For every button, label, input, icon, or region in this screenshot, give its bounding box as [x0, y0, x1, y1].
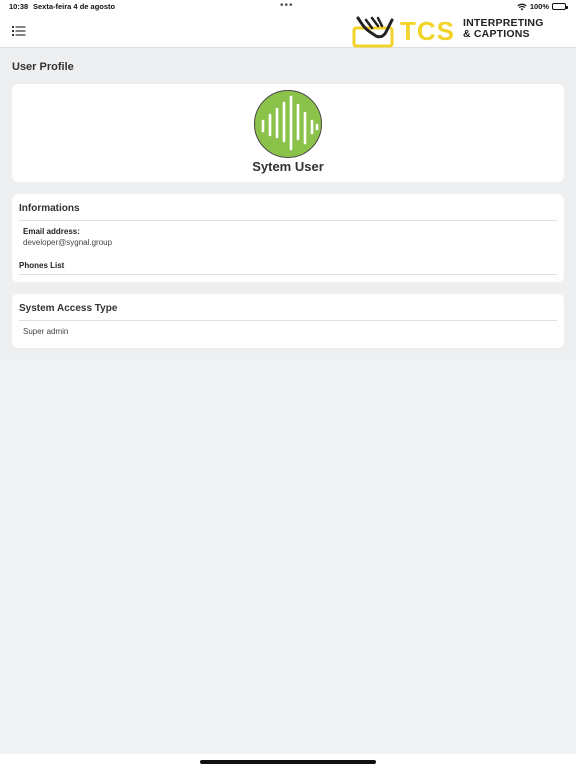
page-title: User Profile	[12, 61, 74, 73]
top-bar: TCS INTERPRETING & CAPTIONS	[0, 14, 576, 48]
divider	[19, 320, 557, 321]
informations-title: Informations	[19, 203, 80, 214]
logo-brand: TCS	[400, 16, 455, 46]
wifi-icon	[517, 3, 527, 10]
divider	[19, 274, 557, 275]
brand-logo: TCS INTERPRETING & CAPTIONS	[352, 14, 552, 48]
logo-line2: & CAPTIONS	[463, 28, 530, 40]
battery-icon	[552, 3, 568, 10]
status-date: Sexta-feira 4 de agosto	[33, 2, 116, 11]
sound-wave-icon	[261, 95, 319, 151]
phones-list-label: Phones List	[19, 261, 65, 270]
multitasking-dots[interactable]: •••	[280, 0, 294, 11]
access-type-value: Super admin	[23, 327, 69, 336]
list-icon	[12, 26, 26, 36]
battery-percent: 100%	[529, 2, 549, 11]
email-value: developer@sygnal.group	[23, 238, 113, 247]
status-time: 10:38	[9, 2, 29, 11]
home-indicator[interactable]	[200, 760, 376, 764]
access-type-title: System Access Type	[19, 303, 118, 314]
status-right: 100%	[517, 2, 568, 11]
signing-hand-icon	[352, 16, 394, 48]
status-bar: 10:38 Sexta-feira 4 de agosto ••• 100%	[0, 0, 576, 14]
informations-card: Informations Email address: developer@sy…	[12, 194, 564, 282]
user-name: Sytem User	[252, 159, 324, 174]
divider	[19, 220, 557, 221]
access-type-card: System Access Type Super admin	[12, 294, 564, 348]
profile-card: Sytem User	[12, 84, 564, 182]
avatar	[254, 90, 322, 158]
email-label: Email address:	[23, 227, 80, 236]
menu-button[interactable]	[12, 24, 26, 36]
